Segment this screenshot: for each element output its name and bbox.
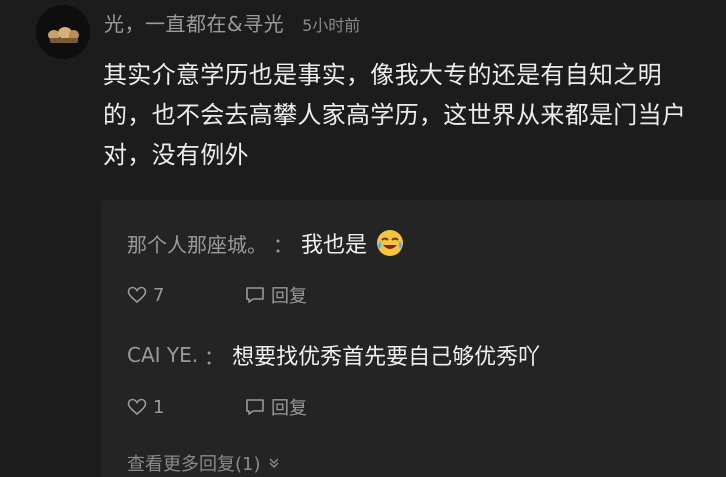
comment-header: 光，一直都在&寻光 5小时前 <box>104 8 360 38</box>
like-count: 1 <box>153 396 165 418</box>
avatar[interactable] <box>36 5 90 59</box>
reply-author[interactable]: CAI YE. <box>127 343 198 367</box>
reply-actions: 7 回复 <box>127 282 707 308</box>
reply-button-label: 回复 <box>271 286 307 307</box>
comment-text: 其实介意学历也是事实，像我大专的还是有自知之明的，也不会去高攀人家高学历，这世界… <box>103 61 687 169</box>
reply-text: 我也是 <box>301 233 368 258</box>
reply-separator: ： <box>204 344 225 369</box>
heart-outline-icon <box>127 286 147 304</box>
comment-card: 光，一直都在&寻光 5小时前 其实介意学历也是事实，像我大专的还是有自知之明的，… <box>0 0 726 477</box>
reply-button[interactable]: 回复 <box>245 282 307 308</box>
speech-bubble-icon <box>246 399 264 415</box>
reply-item: CAI YE. ： 想要找优秀首先要自己够优秀吖 1 回复 <box>127 338 707 420</box>
reply-content[interactable]: 那个人那座城。 ： 我也是 <box>127 226 707 260</box>
avatar-image <box>36 5 90 59</box>
heart-outline-icon <box>127 398 147 416</box>
reply-separator: ： <box>273 232 293 257</box>
reply-item: 那个人那座城。 ： 我也是 7 回复 <box>127 226 707 308</box>
reply-actions: 1 回复 <box>127 394 707 420</box>
comment-author[interactable]: 光，一直都在&寻光 <box>104 8 284 37</box>
like-button[interactable]: 1 <box>127 397 245 418</box>
replies-panel: 那个人那座城。 ： 我也是 7 回复 CAI YE. ： 想要找优秀首先要自己够… <box>101 200 726 477</box>
comment-timestamp: 5小时前 <box>302 16 361 35</box>
reply-button-label: 回复 <box>271 398 307 419</box>
view-more-replies-label: 查看更多回复(1) <box>127 454 261 475</box>
crying-laughing-emoji-icon <box>375 228 405 258</box>
reply-content[interactable]: CAI YE. ： 想要找优秀首先要自己够优秀吖 <box>127 338 707 372</box>
like-count: 7 <box>153 284 165 306</box>
view-more-replies-button[interactable]: 查看更多回复(1) <box>127 450 281 476</box>
reply-author[interactable]: 那个人那座城。 <box>127 229 267 258</box>
chevron-down-double-icon <box>268 458 279 469</box>
speech-bubble-icon <box>246 287 264 303</box>
like-button[interactable]: 7 <box>127 285 245 306</box>
reply-button[interactable]: 回复 <box>245 394 307 420</box>
reply-text: 想要找优秀首先要自己够优秀吖 <box>232 345 541 370</box>
